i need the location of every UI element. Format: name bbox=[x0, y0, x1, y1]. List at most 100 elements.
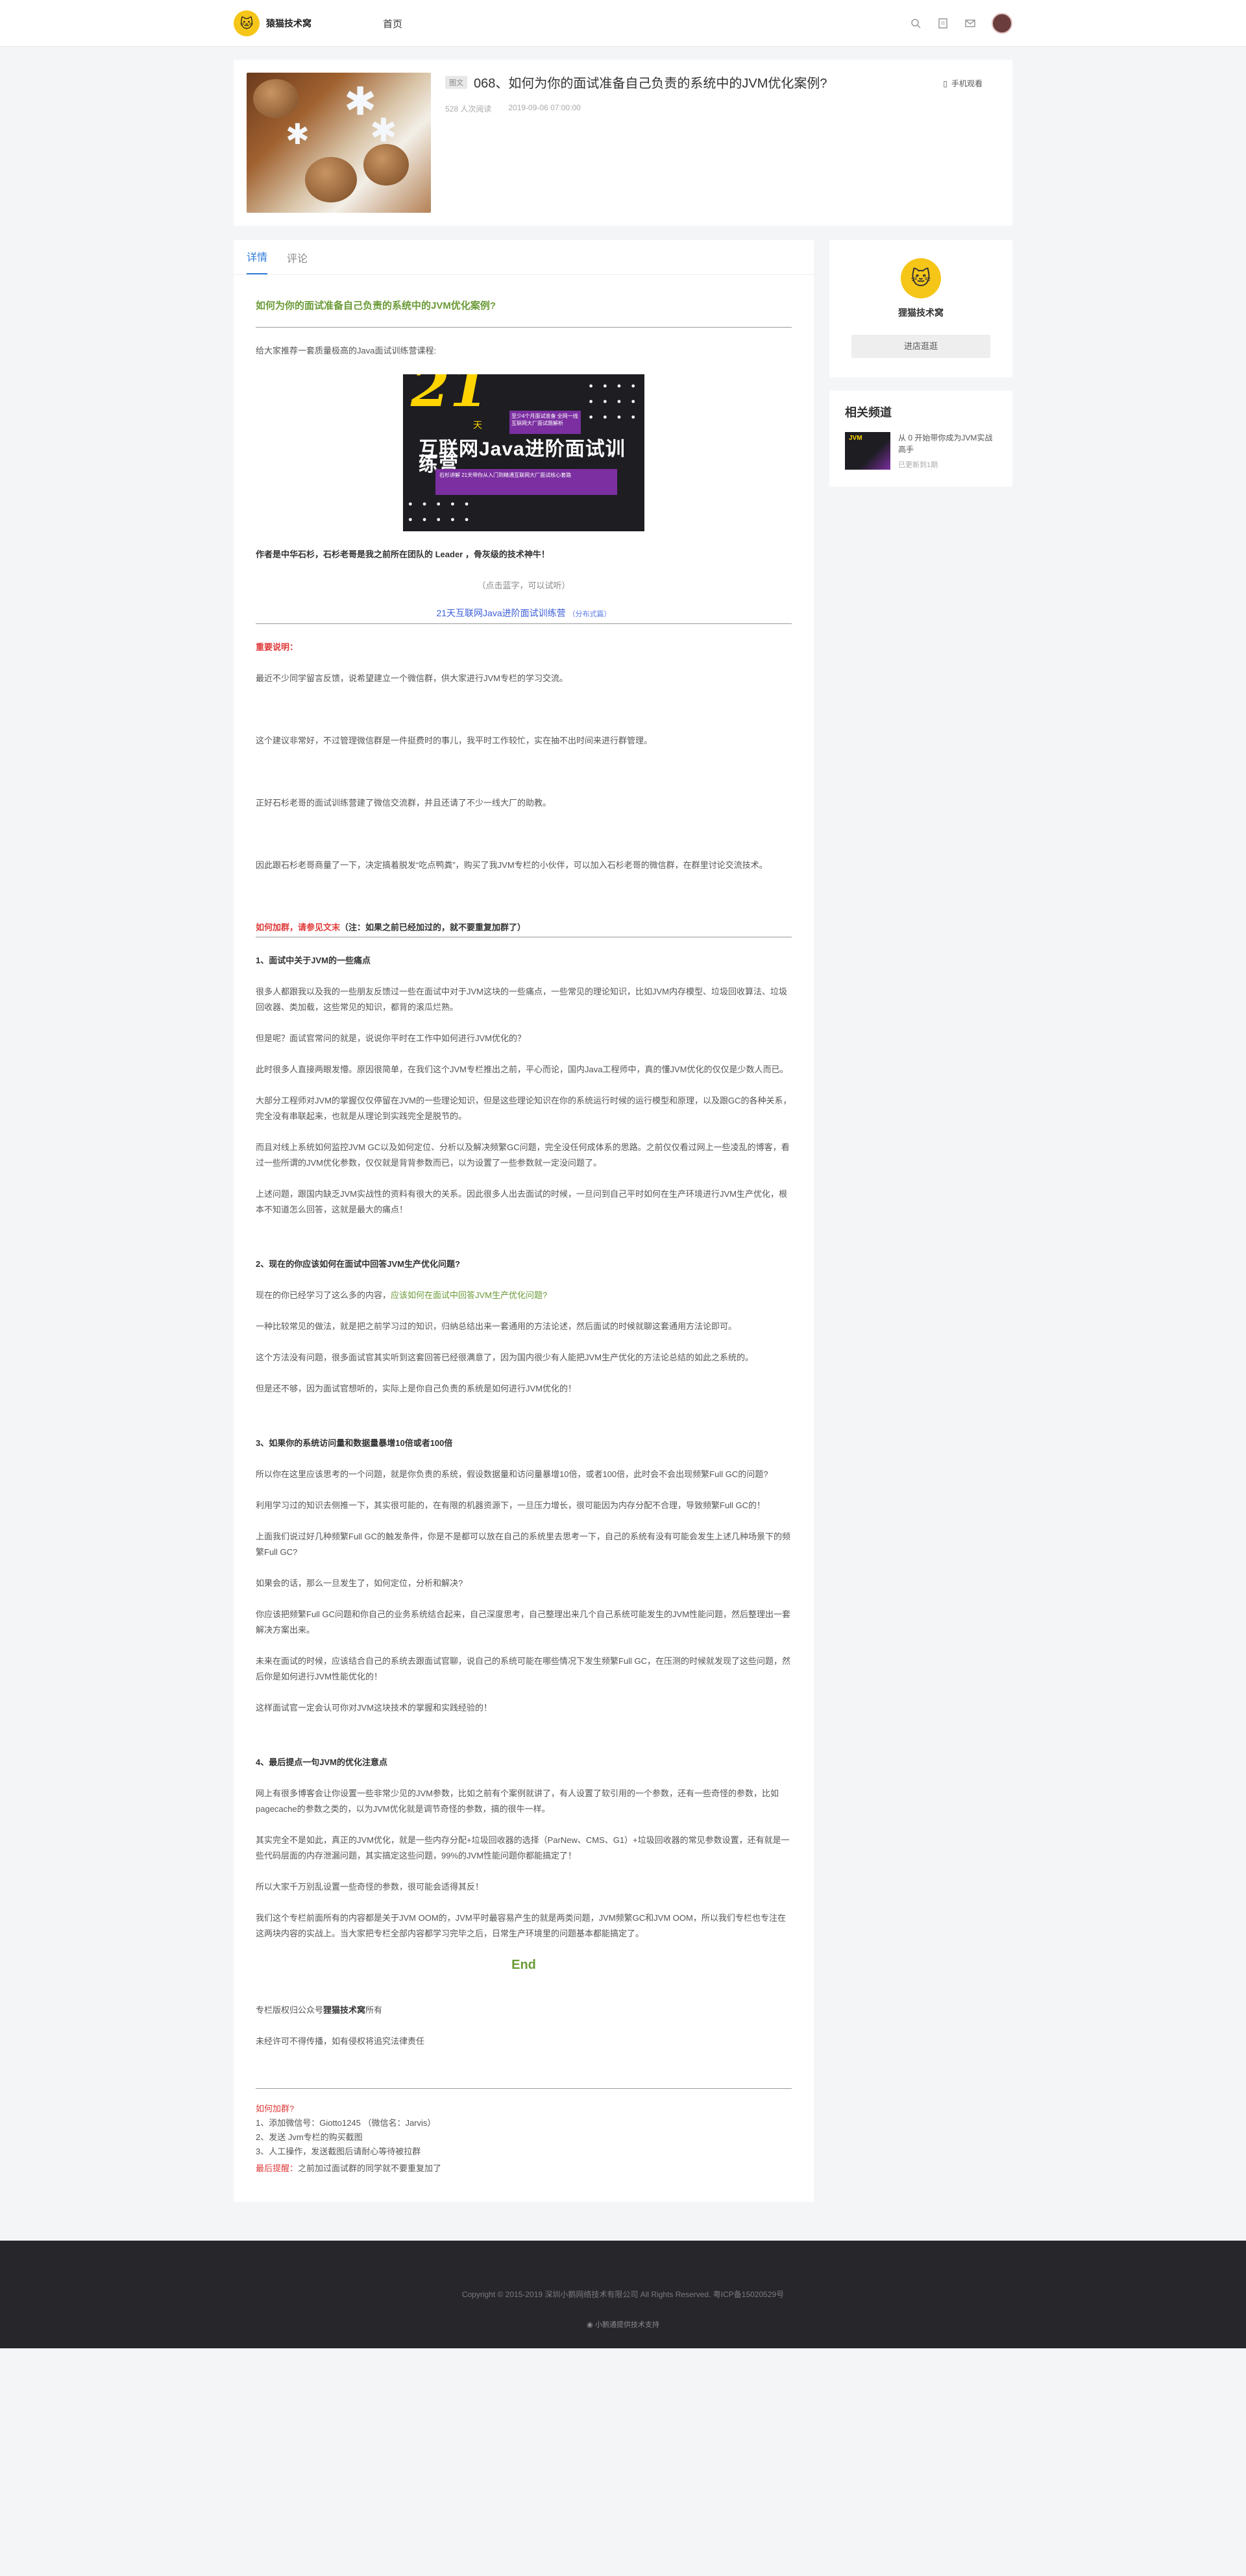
section-heading: 2、现在的你应该如何在面试中回答JVM生产优化问题? bbox=[256, 1259, 460, 1269]
cover-image: ✱ ✱ ✱ bbox=[247, 73, 431, 213]
paragraph: 现在的你已经学习了这么多的内容，应该如何在面试中回答JVM生产优化问题? bbox=[256, 1288, 792, 1303]
paragraph: 很多人都跟我以及我的一些朋友反馈过一些在面试中对于JVM这块的一些痛点，一些常见… bbox=[256, 987, 788, 1012]
paragraph: 给大家推荐一套质量极高的Java面试训练营课程: bbox=[256, 346, 437, 355]
paragraph: 正好石杉老哥的面试训练营建了微信交流群，并且还请了不少一线大厂的助教。 bbox=[256, 798, 552, 808]
paragraph: 因此跟石杉老哥商量了一下，决定搞着脱发“吃点鸭粪”，购买了我JVM专栏的小伙伴，… bbox=[256, 860, 768, 870]
banner-title: 互联网Java进阶面试训练营 bbox=[419, 439, 626, 475]
phone-icon: ▯ bbox=[943, 78, 947, 88]
powered-icon: ◉ bbox=[587, 2321, 593, 2329]
section-heading: 3、如果你的系统访问量和数据量暴增10倍或者100倍 bbox=[256, 1438, 453, 1448]
brand-name: 猿猫技术窝 bbox=[266, 18, 312, 29]
paragraph: 此时很多人直接两眼发懵。原因很简单，在我们这个JVM专栏推出之前，平心而论，国内… bbox=[256, 1065, 788, 1074]
footer-copyright: Copyright © 2015-2019 深圳小鹅网络技术有限公司 All R… bbox=[461, 2290, 785, 2299]
banner-box: 至少4个月面试准备 全网一线互联网大厂面试题解析 bbox=[509, 411, 581, 434]
article-heading: 如何为你的面试准备自己负责的系统中的JVM优化案例? bbox=[256, 298, 792, 328]
author-line: 作者是中华石杉，石杉老哥是我之前所在团队的 Leader ，骨灰级的技术神牛！ bbox=[256, 549, 550, 559]
highlight-text: 应该如何在面试中回答JVM生产优化问题? bbox=[391, 1290, 548, 1300]
end-mark: End bbox=[511, 1958, 536, 1972]
paragraph: 大部分工程师对JVM的掌握仅仅停留在JVM的一些理论知识，但是这些理论知识在你的… bbox=[256, 1096, 792, 1121]
search-icon[interactable] bbox=[910, 18, 922, 29]
paragraph: 这样面试官一定会认可你对JVM这块技术的掌握和实践经验的！ bbox=[256, 1703, 493, 1713]
paragraph: 所以大家千万别乱设置一些奇怪的参数，很可能会适得其反！ bbox=[256, 1882, 484, 1892]
section-heading: 1、面试中关于JVM的一些痛点 bbox=[256, 956, 371, 965]
copyright-warning: 未经许可不得传播，如有侵权将追究法律责任 bbox=[256, 2036, 425, 2046]
paragraph: 其实完全不是如此，真正的JVM优化，就是一些内存分配+垃圾回收器的选择（ParN… bbox=[256, 1835, 790, 1860]
tab-details[interactable]: 详情 bbox=[247, 248, 268, 274]
join-notice-black: （注：如果之前已经加过的，就不要重复加群了） bbox=[340, 922, 526, 932]
related-item[interactable]: JVM 从 0 开始带你成为JVM实战高手 已更新到1期 bbox=[845, 432, 997, 470]
banner-dots: ● ● ● ● ● ● ● ● ● ● bbox=[408, 500, 473, 524]
shop-name: 狸猫技术窝 bbox=[898, 307, 944, 318]
banner-number: 21 bbox=[411, 374, 489, 420]
copyright-text: 专栏版权归公众号 bbox=[256, 2005, 324, 2015]
shop-card: 🐱 狸猫技术窝 进店逛逛 bbox=[829, 240, 1012, 378]
tab-comments[interactable]: 评论 bbox=[287, 250, 308, 274]
related-title: 相关频道 bbox=[845, 406, 892, 419]
course-link-note: （分布式篇） bbox=[568, 610, 611, 618]
mobile-view-label: 手机观看 bbox=[951, 79, 983, 88]
banner-unit: 天 bbox=[473, 420, 482, 430]
powered-text: 小鹅通提供技术支持 bbox=[594, 2321, 659, 2329]
course-banner[interactable]: 21 天 至少4个月面试准备 全网一线互联网大厂面试题解析 互联网Java进阶面… bbox=[403, 374, 644, 531]
banner-dots: ● ● ● ● ● ● ● ● ● ● ● ● bbox=[589, 382, 639, 421]
paragraph: 所以你在这里应该思考的一个问题，就是你负责的系统，假设数据量和访问量暴增10倍，… bbox=[256, 1469, 768, 1479]
paragraph: 一种比较常见的做法，就是把之前学习过的知识，归纳总结出来一套通用的方法论述，然后… bbox=[256, 1321, 737, 1331]
nav-home-link[interactable]: 首页 bbox=[383, 17, 402, 30]
related-item-title: 从 0 开始带你成为JVM实战高手 bbox=[898, 433, 993, 454]
footer: Copyright © 2015-2019 深圳小鹅网络技术有限公司 All R… bbox=[0, 2241, 1246, 2348]
post-date: 2019-09-06 07:00:00 bbox=[508, 103, 581, 112]
tab-bar: 详情 评论 bbox=[234, 240, 814, 275]
join-group-box: 如何加群? 1、添加微信号：Giotto1245 （微信名：Jarvis） 2、… bbox=[256, 2088, 792, 2176]
enter-shop-button[interactable]: 进店逛逛 bbox=[851, 335, 990, 358]
course-link[interactable]: 21天互联网Java进阶面试训练营 （分布式篇） bbox=[256, 605, 792, 624]
paragraph: 如果会的话，那么一旦发生了，如何定位，分析和解决? bbox=[256, 1578, 463, 1588]
sidebar: 🐱 狸猫技术窝 进店逛逛 相关频道 JVM 从 0 开始带你成为JVM实战高手 … bbox=[829, 240, 1012, 487]
paragraph: 这个方法没有问题，很多面试官其实听到这套回答已经很满意了，因为国内很少有人能把J… bbox=[256, 1353, 754, 1362]
user-avatar[interactable] bbox=[992, 13, 1012, 34]
paragraph: 网上有很多博客会让你设置一些非常少见的JVM参数，比如之前有个案例就讲了，有人设… bbox=[256, 1788, 779, 1814]
article-panel: 详情 评论 如何为你的面试准备自己负责的系统中的JVM优化案例? 给大家推荐一套… bbox=[234, 240, 814, 2202]
paragraph: 我们这个专栏前面所有的内容都是关于JVM OOM的，JVM平时最容易产生的就是两… bbox=[256, 1913, 786, 1938]
course-link-text: 21天互联网Java进阶面试训练营 bbox=[436, 608, 566, 618]
article-content: 如何为你的面试准备自己负责的系统中的JVM优化案例? 给大家推荐一套质量极高的J… bbox=[256, 275, 792, 2176]
footer-powered: ◉ 小鹅通提供技术支持 bbox=[0, 2319, 1246, 2329]
paragraph: 这个建议非常好，不过管理微信群是一件挺费时的事儿，我平时工作较忙，实在抽不出时间… bbox=[256, 736, 653, 745]
related-item-sub: 已更新到1期 bbox=[898, 461, 938, 469]
post-title: 068、如何为你的面试准备自己负责的系统中的JVM优化案例? bbox=[474, 77, 827, 91]
section-heading: 4、最后提点一句JVM的优化注意点 bbox=[256, 1757, 387, 1767]
banner-bar: 石杉讲解 21天带你从入门到精通互联网大厂面试核心套路 bbox=[435, 469, 617, 495]
document-icon[interactable] bbox=[937, 18, 949, 29]
reminder-label: 最后提醒： bbox=[256, 2163, 299, 2173]
copyright-note: 专栏版权归公众号狸猫技术窝所有 bbox=[256, 2003, 792, 2018]
join-step: 3、人工操作，发送截图后请耐心等待被拉群 bbox=[256, 2147, 421, 2156]
post-header-card: ✱ ✱ ✱ 图文 068、如何为你的面试准备自己负责的系统中的JVM优化案例? … bbox=[234, 60, 1012, 226]
brand-logo: 🐱 bbox=[234, 10, 260, 36]
mail-icon[interactable] bbox=[964, 18, 976, 29]
copyright-text: 所有 bbox=[365, 2005, 383, 2015]
mobile-view-button[interactable]: ▯ 手机观看 bbox=[943, 78, 983, 89]
join-step: 1、添加微信号：Giotto1245 （微信名：Jarvis） bbox=[256, 2118, 436, 2128]
related-thumbnail: JVM bbox=[845, 432, 891, 470]
paragraph: 你应该把频繁Full GC问题和你自己的业务系统结合起来，自己深度思考，自己整理… bbox=[256, 1609, 791, 1635]
paragraph: 最近不少同学留言反馈，说希望建立一个微信群，供大家进行JVM专栏的学习交流。 bbox=[256, 673, 568, 683]
paragraph: 未来在面试的时候，应该结合自己的系统去跟面试官聊，说自己的系统可能在哪些情况下发… bbox=[256, 1656, 791, 1681]
join-title: 如何加群? bbox=[256, 2104, 295, 2113]
top-navbar: 🐱 猿猫技术窝 首页 bbox=[0, 0, 1246, 47]
copyright-owner: 狸猫技术窝 bbox=[323, 2005, 366, 2015]
paragraph: 上述问题，跟国内缺乏JVM实战性的资料有很大的关系。因此很多人出去面试的时候，一… bbox=[256, 1189, 788, 1214]
brand[interactable]: 🐱 猿猫技术窝 bbox=[234, 10, 312, 36]
related-channels-card: 相关频道 JVM 从 0 开始带你成为JVM实战高手 已更新到1期 bbox=[829, 391, 1012, 487]
join-reminder: 最后提醒：之前加过面试群的同学就不要重复加了 bbox=[256, 2161, 792, 2176]
shop-logo: 🐱 bbox=[901, 258, 941, 298]
paragraph: 但是呢？面试官常问的就是，说说你平时在工作中如何进行JVM优化的？ bbox=[256, 1033, 526, 1043]
join-notice: 如何加群，请参见文末（注：如果之前已经加过的，就不要重复加群了） bbox=[256, 920, 792, 937]
paragraph: 而且对线上系统如何监控JVM GC以及如何定位、分析以及解决频繁GC问题，完全没… bbox=[256, 1142, 790, 1168]
paragraph-text: 现在的你已经学习了这么多的内容， bbox=[256, 1290, 391, 1300]
paragraph: 但是还不够，因为面试官想听的，实际上是你自己负责的系统是如何进行JVM优化的！ bbox=[256, 1384, 577, 1393]
post-type-tag: 图文 bbox=[445, 75, 467, 89]
paragraph: 上面我们说过好几种频繁Full GC的触发条件，你是不是都可以放在自己的系统里去… bbox=[256, 1532, 791, 1557]
join-step: 2、发送 Jvm专栏的购买截图 bbox=[256, 2132, 363, 2142]
important-label: 重要说明： bbox=[256, 642, 299, 652]
join-notice-red: 如何加群，请参见文末 bbox=[256, 922, 341, 932]
reminder-text: 之前加过面试群的同学就不要重复加了 bbox=[298, 2163, 442, 2173]
